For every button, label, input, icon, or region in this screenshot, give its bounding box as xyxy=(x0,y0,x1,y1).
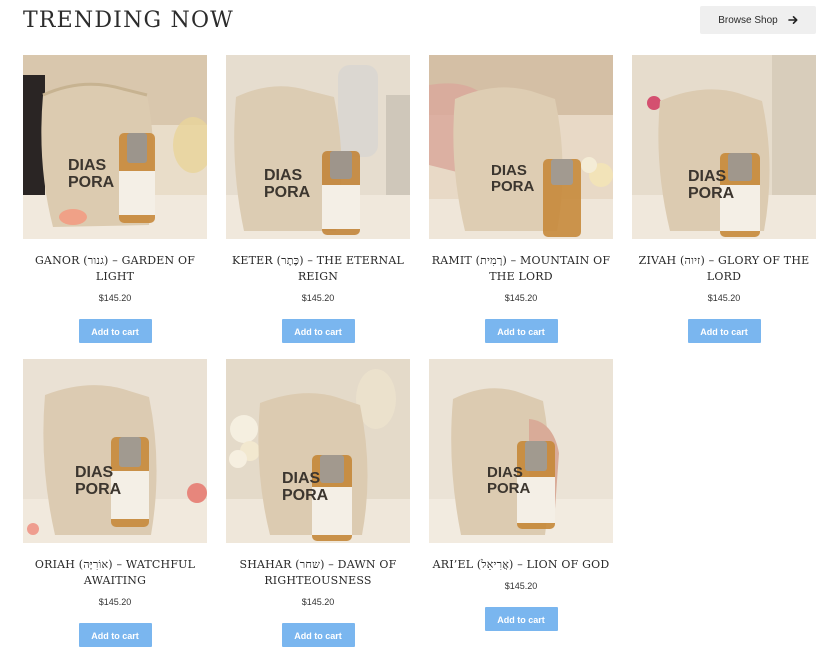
product-card: DIAS PORA KETER (כֶּתֶר) – THE ETERNAL R… xyxy=(226,55,410,343)
product-price: $145.20 xyxy=(301,597,335,607)
svg-text:PORA: PORA xyxy=(264,184,311,201)
product-title[interactable]: ARI’EL (אֲרִיאֵל) – LION OF GOD xyxy=(429,557,613,573)
svg-text:PORA: PORA xyxy=(688,185,735,202)
add-to-cart-button[interactable]: Add to cart xyxy=(484,319,558,343)
svg-text:DIAS: DIAS xyxy=(688,168,727,185)
product-card: DIAS PORA GANOR (גנור) – GARDEN OF LIGHT… xyxy=(23,55,207,343)
svg-text:PORA: PORA xyxy=(282,487,329,504)
product-title[interactable]: GANOR (גנור) – GARDEN OF LIGHT xyxy=(23,253,207,285)
product-title[interactable]: KETER (כֶּתֶר) – THE ETERNAL REIGN xyxy=(226,253,410,285)
product-card: DIAS PORA ARI’EL (אֲרִיאֵל) – LION OF GO… xyxy=(429,359,613,631)
product-image[interactable]: DIAS PORA xyxy=(429,359,613,543)
svg-text:DIAS: DIAS xyxy=(487,464,523,481)
product-title[interactable]: RAMIT (רָמִית) – MOUNTAIN OF THE LORD xyxy=(429,253,613,285)
product-price: $145.20 xyxy=(301,293,335,303)
product-price: $145.20 xyxy=(504,581,538,591)
add-to-cart-button[interactable]: Add to cart xyxy=(78,623,152,647)
product-price: $145.20 xyxy=(707,293,741,303)
svg-text:DIAS: DIAS xyxy=(68,157,107,174)
product-card: DIAS PORA ORIAH (אוֹרִיָּה) – WATCHFUL A… xyxy=(23,359,207,647)
product-image[interactable]: DIAS PORA xyxy=(632,55,816,239)
page-title: TRENDING NOW xyxy=(23,8,234,33)
product-card: DIAS PORA SHAHAR (שחר) – DAWN OF RIGHTEO… xyxy=(226,359,410,647)
add-to-cart-button[interactable]: Add to cart xyxy=(281,623,355,647)
add-to-cart-button[interactable]: Add to cart xyxy=(281,319,355,343)
svg-text:DIAS: DIAS xyxy=(282,470,321,487)
product-card: DIAS PORA RAMIT (רָמִית) – MOUNTAIN OF T… xyxy=(429,55,613,343)
product-price: $145.20 xyxy=(98,293,132,303)
section-header: TRENDING NOW Browse Shop xyxy=(23,6,816,36)
browse-shop-label: Browse Shop xyxy=(718,14,778,26)
svg-text:PORA: PORA xyxy=(487,480,531,497)
arrow-right-icon xyxy=(787,15,798,25)
add-to-cart-button[interactable]: Add to cart xyxy=(687,319,761,343)
add-to-cart-button[interactable]: Add to cart xyxy=(78,319,152,343)
svg-text:DIAS: DIAS xyxy=(491,162,527,179)
svg-text:PORA: PORA xyxy=(68,174,115,191)
product-card: DIAS PORA ZIVAH (זיוה) – GLORY OF THE LO… xyxy=(632,55,816,343)
svg-text:PORA: PORA xyxy=(75,481,122,498)
product-image[interactable]: DIAS PORA xyxy=(23,55,207,239)
browse-shop-button[interactable]: Browse Shop xyxy=(700,6,816,34)
product-price: $145.20 xyxy=(98,597,132,607)
svg-text:DIAS: DIAS xyxy=(264,167,303,184)
product-title[interactable]: ZIVAH (זיוה) – GLORY OF THE LORD xyxy=(632,253,816,285)
product-image[interactable]: DIAS PORA xyxy=(226,359,410,543)
product-title[interactable]: SHAHAR (שחר) – DAWN OF RIGHTEOUSNESS xyxy=(226,557,410,589)
product-image[interactable]: DIAS PORA xyxy=(226,55,410,239)
product-price: $145.20 xyxy=(504,293,538,303)
product-title[interactable]: ORIAH (אוֹרִיָּה) – WATCHFUL AWAITING xyxy=(23,557,207,589)
svg-text:PORA: PORA xyxy=(491,178,535,195)
add-to-cart-button[interactable]: Add to cart xyxy=(484,607,558,631)
product-image[interactable]: DIAS PORA xyxy=(429,55,613,239)
svg-text:DIAS: DIAS xyxy=(75,464,114,481)
product-image[interactable]: DIAS PORA xyxy=(23,359,207,543)
